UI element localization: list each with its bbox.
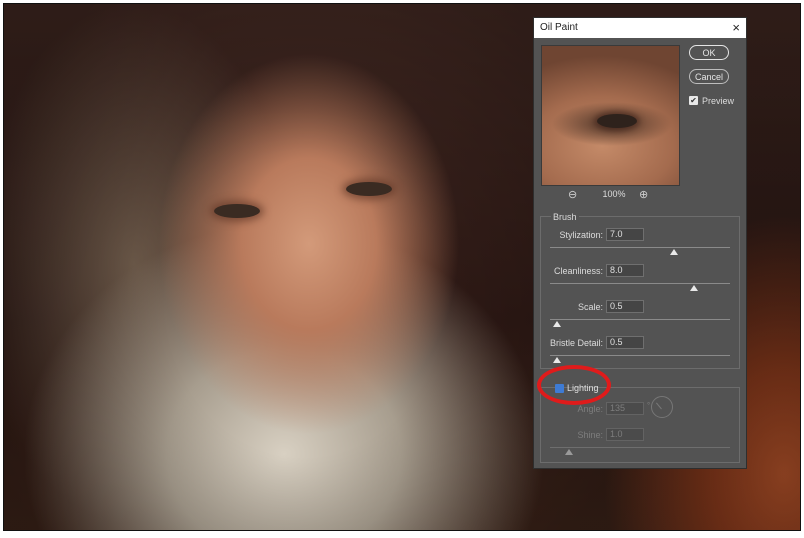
stylization-slider-thumb[interactable] bbox=[670, 249, 678, 255]
shine-input[interactable]: 1.0 bbox=[606, 428, 644, 441]
zoom-controls: ⊖ 100% ⊕ bbox=[541, 188, 678, 202]
dialog-title: Oil Paint bbox=[540, 22, 578, 33]
angle-label: Angle: bbox=[577, 404, 603, 414]
bristle-detail-slider-track[interactable] bbox=[550, 355, 730, 356]
scale-slider-track[interactable] bbox=[550, 319, 730, 320]
bristle-detail-label: Bristle Detail: bbox=[549, 338, 603, 348]
close-icon[interactable]: × bbox=[732, 20, 740, 35]
bristle-detail-input[interactable]: 0.5 bbox=[606, 336, 644, 349]
cancel-button[interactable]: Cancel bbox=[689, 69, 729, 84]
zoom-in-icon[interactable]: ⊕ bbox=[639, 188, 648, 201]
cleanliness-label: Cleanliness: bbox=[553, 266, 603, 276]
preview-checkbox-label: Preview bbox=[702, 96, 735, 106]
scale-slider-thumb[interactable] bbox=[553, 321, 561, 327]
photo-right-eye bbox=[346, 182, 392, 196]
shine-slider-thumb[interactable] bbox=[565, 449, 573, 455]
angle-dial[interactable] bbox=[651, 396, 673, 418]
zoom-level-label: 100% bbox=[602, 189, 626, 199]
preview-eye bbox=[597, 114, 637, 128]
stylization-label: Stylization: bbox=[559, 230, 603, 240]
scale-input[interactable]: 0.5 bbox=[606, 300, 644, 313]
brush-group-legend: Brush bbox=[551, 212, 579, 222]
cleanliness-slider-thumb[interactable] bbox=[690, 285, 698, 291]
stylization-input[interactable]: 7.0 bbox=[606, 228, 644, 241]
cleanliness-input[interactable]: 8.0 bbox=[606, 264, 644, 277]
shine-slider-track[interactable] bbox=[550, 447, 730, 448]
stylization-slider-track[interactable] bbox=[550, 247, 730, 248]
dialog-titlebar[interactable]: Oil Paint × bbox=[534, 18, 746, 38]
highlight-ring-annotation bbox=[537, 365, 611, 405]
zoom-out-icon[interactable]: ⊖ bbox=[568, 188, 577, 201]
scale-label: Scale: bbox=[577, 302, 603, 312]
ok-button[interactable]: OK bbox=[689, 45, 729, 60]
screenshot-canvas: Oil Paint × ⊖ 100% ⊕ OK Cancel ✔ Preview… bbox=[0, 0, 804, 538]
preview-checkbox[interactable]: ✔ bbox=[689, 96, 698, 105]
angle-degree-unit: ° bbox=[647, 401, 651, 410]
preview-thumbnail[interactable] bbox=[541, 45, 680, 186]
bristle-detail-slider-thumb[interactable] bbox=[553, 357, 561, 363]
photo-left-eye bbox=[214, 204, 260, 218]
shine-label: Shine: bbox=[577, 430, 603, 440]
cleanliness-slider-track[interactable] bbox=[550, 283, 730, 284]
angle-input[interactable]: 135 bbox=[606, 402, 644, 415]
